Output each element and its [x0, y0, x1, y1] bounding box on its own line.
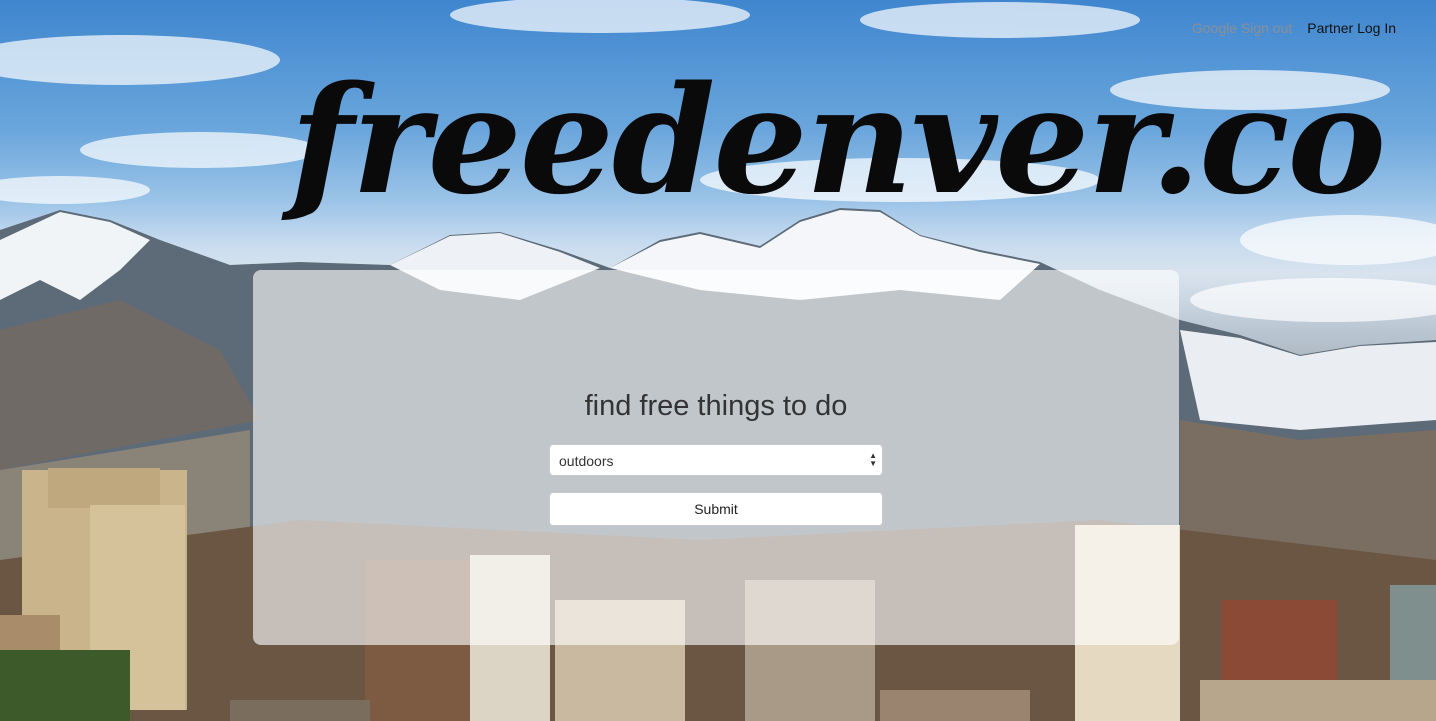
- search-heading: find free things to do: [584, 390, 848, 422]
- page: Google Sign out Partner Log In freedenve…: [0, 0, 1436, 721]
- category-select[interactable]: outdoors ▲ ▼: [549, 444, 883, 476]
- category-select-value: outdoors: [559, 453, 614, 469]
- site-logo: freedenver.co: [290, 53, 1386, 227]
- partner-login-link[interactable]: Partner Log In: [1307, 20, 1396, 36]
- google-sign-out-link[interactable]: Google Sign out: [1192, 20, 1292, 36]
- top-nav: Google Sign out Partner Log In: [1192, 20, 1396, 36]
- search-panel: find free things to do outdoors ▲ ▼ Submi…: [253, 270, 1179, 645]
- select-arrows-icon: ▲ ▼: [869, 451, 877, 468]
- submit-button[interactable]: Submit: [549, 492, 883, 526]
